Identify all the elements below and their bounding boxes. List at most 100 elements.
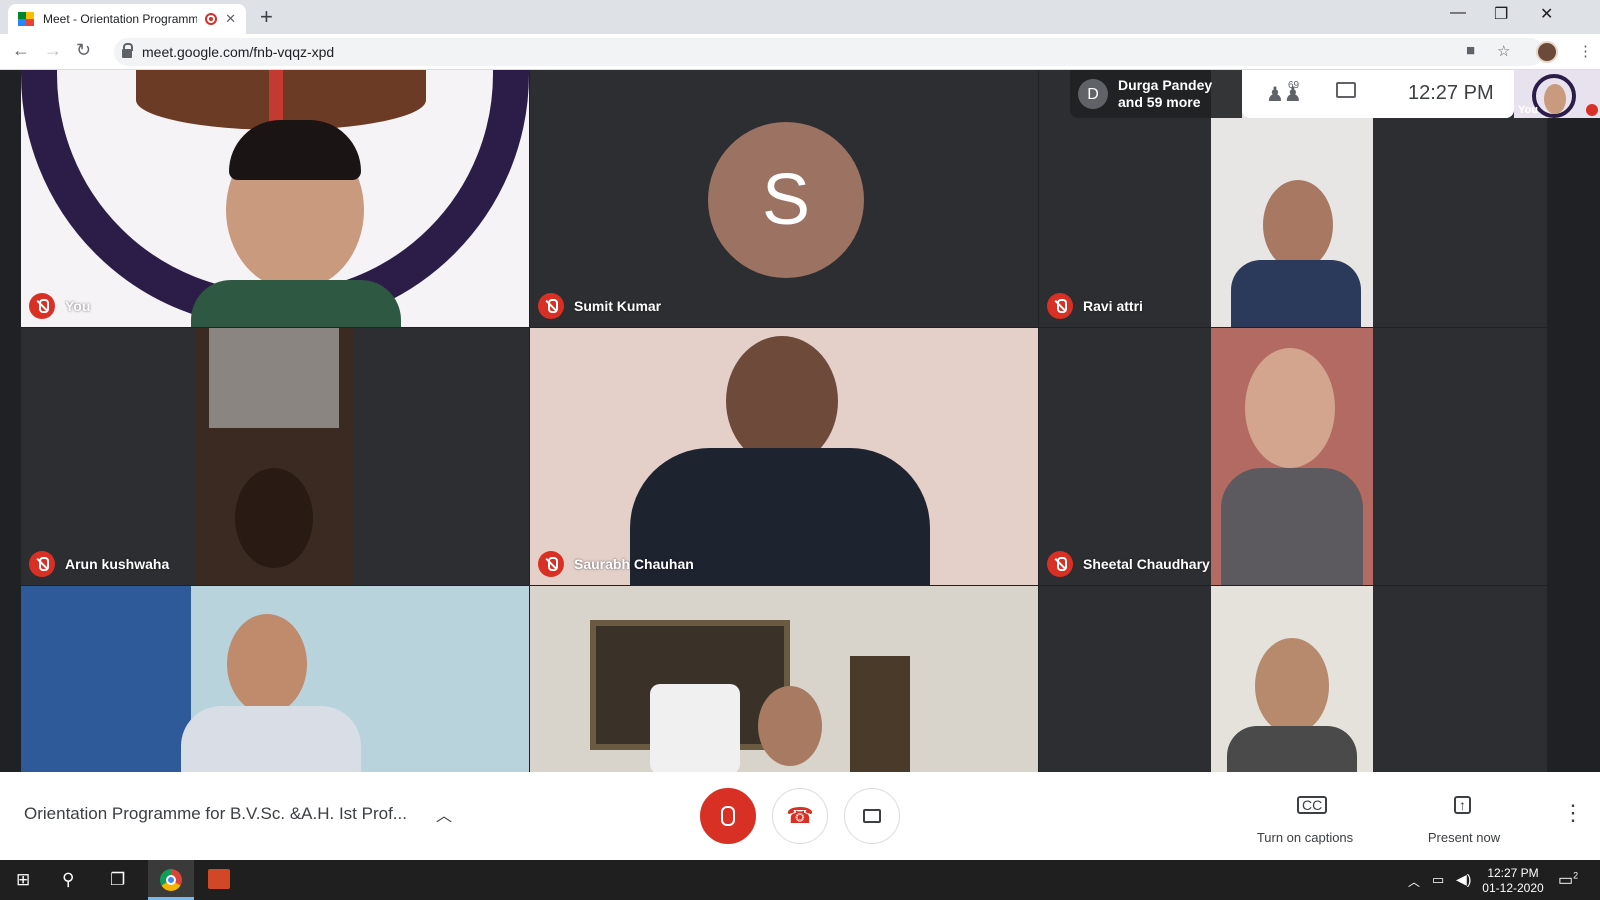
participants-line2: and 59 more [1118, 94, 1201, 110]
lock-icon [122, 43, 133, 58]
door [850, 656, 910, 772]
participant-video [1211, 328, 1373, 585]
present-screen-icon[interactable]: ↑ [1454, 796, 1471, 814]
notifications-icon[interactable]: ▭2 [1558, 870, 1578, 890]
restore-button[interactable]: ❐ [1494, 4, 1508, 24]
back-button[interactable]: ← [12, 40, 30, 61]
more-options-icon[interactable]: ⋮ [1562, 800, 1584, 826]
taskbar-clock[interactable]: 12:27 PM 01-12-2020 [1476, 866, 1550, 896]
curtain [21, 586, 191, 772]
microphone-toggle-button[interactable] [700, 788, 756, 844]
browser-tab-bar: Meet - Orientation Programme ✕ + — ❐ ✕ [0, 0, 1600, 34]
meet-favicon-icon [18, 12, 34, 26]
url-text: meet.google.com/fnb-vqqz-xpd [142, 44, 335, 60]
chevron-up-icon[interactable]: ︿ [1408, 873, 1420, 890]
tab-title: Meet - Orientation Programme [43, 12, 198, 26]
camera-toggle-button[interactable] [844, 788, 900, 844]
taskbar-date: 01-12-2020 [1482, 881, 1544, 895]
browser-tab[interactable]: Meet - Orientation Programme ✕ [8, 4, 246, 34]
people-icon[interactable]: ♟♟ 69 [1266, 80, 1302, 107]
participant-tile-arun[interactable]: Arun kushwaha [21, 328, 529, 585]
forward-button[interactable]: → [44, 40, 62, 61]
participant-name: Arun kushwaha [29, 551, 169, 577]
meet-top-bar: ♟♟ 69 12:27 PM [1242, 70, 1514, 118]
mic-off-icon [538, 293, 564, 319]
hang-up-icon: ☎ [786, 803, 814, 828]
captions-icon[interactable]: CC [1297, 796, 1328, 814]
chat-icon[interactable] [1336, 82, 1356, 98]
participant-tile-saurabh[interactable]: Saurabh Chauhan [530, 328, 1038, 585]
chevron-up-icon[interactable]: ︿ [436, 802, 452, 826]
turn-on-captions-button[interactable]: Turn on captions [1250, 830, 1360, 845]
address-bar-row: ← → ↻ meet.google.com/fnb-vqqz-xpd ■ ☆ ⋮ [0, 34, 1600, 70]
reload-button[interactable]: ↻ [76, 40, 91, 61]
participant-tile-you[interactable]: You [21, 70, 529, 327]
participant-clothes [1231, 260, 1361, 327]
powerpoint-icon [208, 869, 230, 889]
participant-face [758, 686, 822, 766]
mic-off-icon [1047, 551, 1073, 577]
participant-name: Saurabh Chauhan [538, 551, 694, 577]
self-thumb-label: You [1518, 104, 1538, 116]
participant-name: Sumit Kumar [538, 293, 661, 319]
participant-clothes [181, 706, 361, 772]
participant-clothes [1221, 468, 1363, 585]
participant-video [195, 328, 353, 585]
participant-face [1245, 348, 1335, 468]
participant-name: Ravi attri [1047, 293, 1143, 319]
volume-icon[interactable]: ◀) [1456, 871, 1471, 888]
meet-controls-bar: Orientation Programme for B.V.Sc. &A.H. … [0, 772, 1600, 860]
participant-tile-sheetal[interactable]: Sheetal Chaudhary [1039, 328, 1547, 585]
new-tab-button[interactable]: + [260, 4, 273, 30]
tab-close-icon[interactable]: ✕ [225, 11, 236, 27]
chrome-icon [160, 869, 182, 891]
notification-count: 2 [1573, 870, 1579, 881]
mic-off-icon [1586, 104, 1598, 116]
participant-face [1544, 84, 1566, 114]
participant-face [1255, 638, 1329, 734]
search-icon[interactable]: ⚲ [62, 870, 74, 890]
taskbar-time: 12:27 PM [1487, 866, 1539, 880]
participant-initial-avatar: D [1078, 79, 1108, 109]
network-icon[interactable]: ▭ [1432, 872, 1444, 888]
url-field[interactable]: meet.google.com/fnb-vqqz-xpd [114, 38, 1544, 66]
minimize-button[interactable]: — [1450, 4, 1466, 22]
chrome-taskbar-app[interactable] [148, 860, 194, 900]
meeting-clock: 12:27 PM [1408, 82, 1494, 104]
mic-off-icon [29, 293, 55, 319]
windows-start-icon[interactable]: ⊞ [16, 870, 30, 890]
participant-name: You [29, 293, 90, 319]
star-icon[interactable]: ☆ [1497, 42, 1510, 60]
participant-clothes [1227, 726, 1357, 772]
participant-face [1263, 180, 1333, 270]
participant-face [227, 614, 307, 714]
presentation-taskbar-app[interactable] [196, 860, 242, 900]
mic-off-icon [29, 551, 55, 577]
participant-tile-sumit[interactable]: S Sumit Kumar [530, 70, 1038, 327]
profile-avatar[interactable] [1536, 41, 1558, 63]
browser-menu-icon[interactable]: ⋮ [1578, 42, 1593, 60]
camera-icon[interactable]: ■ [1466, 42, 1475, 59]
leave-call-button[interactable]: ☎ [772, 788, 828, 844]
participant-tile-9[interactable] [1039, 586, 1547, 772]
meeting-title[interactable]: Orientation Programme for B.V.Sc. &A.H. … [24, 804, 407, 824]
participant-face [235, 468, 313, 568]
participants-line1: Durga Pandey [1118, 77, 1213, 93]
close-window-button[interactable]: ✕ [1540, 4, 1553, 24]
chair [650, 684, 740, 772]
windows-taskbar: ⊞ ⚲ ❐ ︿ ▭ ◀) 12:27 PM 01-12-2020 ▭2 [0, 860, 1600, 900]
present-now-button[interactable]: Present now [1414, 830, 1514, 845]
participant-name: Sheetal Chaudhary [1047, 551, 1210, 577]
video-camera-icon [863, 809, 881, 823]
participant-video [1211, 586, 1373, 772]
participant-tile-8[interactable] [530, 586, 1038, 772]
participant-tile-7[interactable] [21, 586, 529, 772]
participant-avatar: S [708, 122, 864, 278]
mic-off-icon [721, 806, 735, 826]
self-view-thumbnail[interactable]: You [1514, 70, 1600, 118]
participants-summary[interactable]: D Durga Pandey and 59 more [1070, 70, 1242, 118]
participant-count: 69 [1288, 80, 1300, 91]
video-grid: You S Sumit Kumar Ravi attri Arun kushwa… [0, 70, 1600, 772]
mic-off-icon [1047, 293, 1073, 319]
task-view-icon[interactable]: ❐ [110, 870, 125, 890]
